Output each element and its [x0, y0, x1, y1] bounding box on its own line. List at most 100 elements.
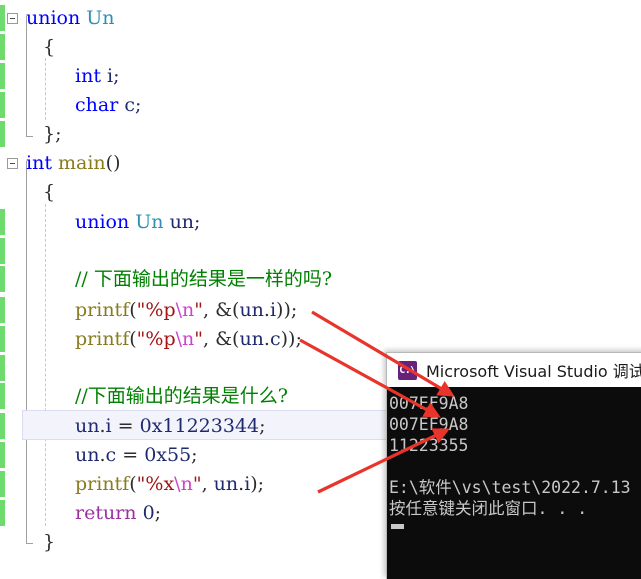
code-line[interactable]: union Un [26, 4, 115, 33]
change-indicator [0, 413, 5, 439]
code-token: ); [250, 473, 265, 495]
code-token: )); [280, 328, 302, 350]
change-indicator [0, 383, 5, 409]
code-line[interactable]: }; [43, 120, 62, 149]
code-line[interactable]: un.i = 0x11223344; [75, 412, 266, 441]
change-indicator [0, 63, 5, 89]
change-indicator [0, 442, 5, 468]
console-app-icon-label: C:\ [399, 364, 416, 376]
code-token: , [201, 473, 214, 495]
code-token: ; [259, 415, 266, 437]
code-line[interactable]: { [43, 33, 55, 62]
change-indicator [0, 266, 5, 292]
code-token: ; [191, 444, 198, 466]
code-token: ( [129, 299, 137, 321]
code-token: \n [175, 299, 195, 321]
code-line[interactable]: } [43, 528, 55, 557]
code-token: , [203, 328, 216, 350]
code-token: )); [276, 299, 298, 321]
code-token: ; [154, 502, 162, 524]
debug-console-window[interactable]: C:\ Microsoft Visual Studio 调试控 007EF9A8… [386, 352, 641, 579]
code-line[interactable]: printf("%p\n", &(un.i)); [75, 296, 297, 325]
collapse-box-union[interactable] [7, 13, 18, 24]
change-indicator [0, 297, 5, 323]
change-indicator [0, 238, 5, 264]
code-token: "%p [136, 328, 176, 350]
code-token: un [239, 328, 264, 350]
code-token: ( [129, 328, 137, 350]
code-token: &( [215, 299, 240, 321]
code-token: int [26, 152, 52, 174]
code-token: // 下面输出的结果是一样的吗? [75, 268, 333, 290]
code-token: \n [175, 328, 195, 350]
change-indicator [0, 34, 5, 60]
code-token: char [75, 94, 119, 116]
change-indicator [0, 5, 5, 31]
change-indicator [0, 121, 5, 147]
change-indicator [0, 326, 5, 352]
code-token: union [26, 7, 81, 29]
code-token: () [105, 152, 121, 174]
code-token: \n [174, 473, 193, 495]
code-token: un [213, 473, 239, 495]
code-token: " [194, 299, 204, 321]
console-output-line: 007EF9A8 [389, 394, 469, 413]
code-token: = [116, 444, 145, 466]
code-token: printf [75, 473, 130, 495]
code-token: return [75, 502, 137, 524]
code-token: "%p [136, 299, 176, 321]
code-token: 0 [142, 502, 155, 524]
code-token: }; [43, 123, 62, 145]
code-token: main [58, 152, 106, 174]
change-indicator [0, 355, 5, 381]
code-token: " [192, 473, 202, 495]
code-token: union [75, 211, 130, 233]
console-output-line: 11223355 [389, 436, 469, 455]
indent-guide-main-body [45, 204, 46, 526]
code-token: { [43, 181, 56, 203]
code-token: c [269, 328, 281, 350]
code-token: printf [75, 299, 130, 321]
code-line[interactable]: union Un un; [75, 208, 200, 237]
console-output-area[interactable]: 007EF9A8 007EF9A8 11223355 E:\软件\vs\test\20… [387, 387, 641, 579]
code-token: 0x55 [144, 444, 192, 466]
console-output-line: E:\软件\vs\test\2022.7.13 [389, 478, 631, 497]
code-token: c [105, 444, 117, 466]
code-line[interactable]: { [43, 178, 55, 207]
code-line[interactable]: return 0; [75, 499, 161, 528]
indent-guide-union-body [45, 58, 46, 120]
code-token: printf [75, 328, 130, 350]
outline-guide-union [26, 16, 27, 136]
console-output-line: 007EF9A8 [389, 415, 469, 434]
code-line[interactable]: int main() [26, 149, 121, 178]
change-indicator [0, 209, 5, 235]
code-line[interactable]: // 下面输出的结果是一样的吗? [75, 265, 332, 294]
code-line[interactable]: un.c = 0x55; [75, 441, 198, 470]
code-token: } [43, 531, 56, 553]
code-token: { [43, 36, 56, 58]
code-token: c; [118, 94, 142, 116]
code-token: 0x11223344 [139, 415, 260, 437]
code-token: "%x [136, 473, 175, 495]
console-title-bar[interactable]: C:\ Microsoft Visual Studio 调试控 [387, 353, 641, 387]
code-token: int [75, 65, 101, 87]
code-line[interactable]: printf("%p\n", &(un.c)); [75, 325, 302, 354]
outline-guide-main [26, 161, 27, 543]
console-output-line: 按任意键关闭此窗口. . . [389, 499, 588, 518]
console-title-label: Microsoft Visual Studio 调试控 [426, 362, 641, 381]
code-token: i; [100, 65, 120, 87]
code-token: un [75, 444, 100, 466]
code-token: Un [86, 7, 115, 29]
code-line[interactable]: int i; [75, 62, 119, 91]
code-token: &( [215, 328, 240, 350]
code-token: un [239, 299, 264, 321]
change-indicator [0, 92, 5, 118]
code-token: = [111, 415, 140, 437]
code-line[interactable]: //下面输出的结果是什么? [75, 382, 288, 411]
collapse-box-main[interactable] [7, 158, 18, 169]
code-token: Un [135, 211, 164, 233]
code-line[interactable]: char c; [75, 91, 141, 120]
change-indicator [0, 500, 5, 526]
code-line[interactable]: printf("%x\n", un.i); [75, 470, 264, 499]
